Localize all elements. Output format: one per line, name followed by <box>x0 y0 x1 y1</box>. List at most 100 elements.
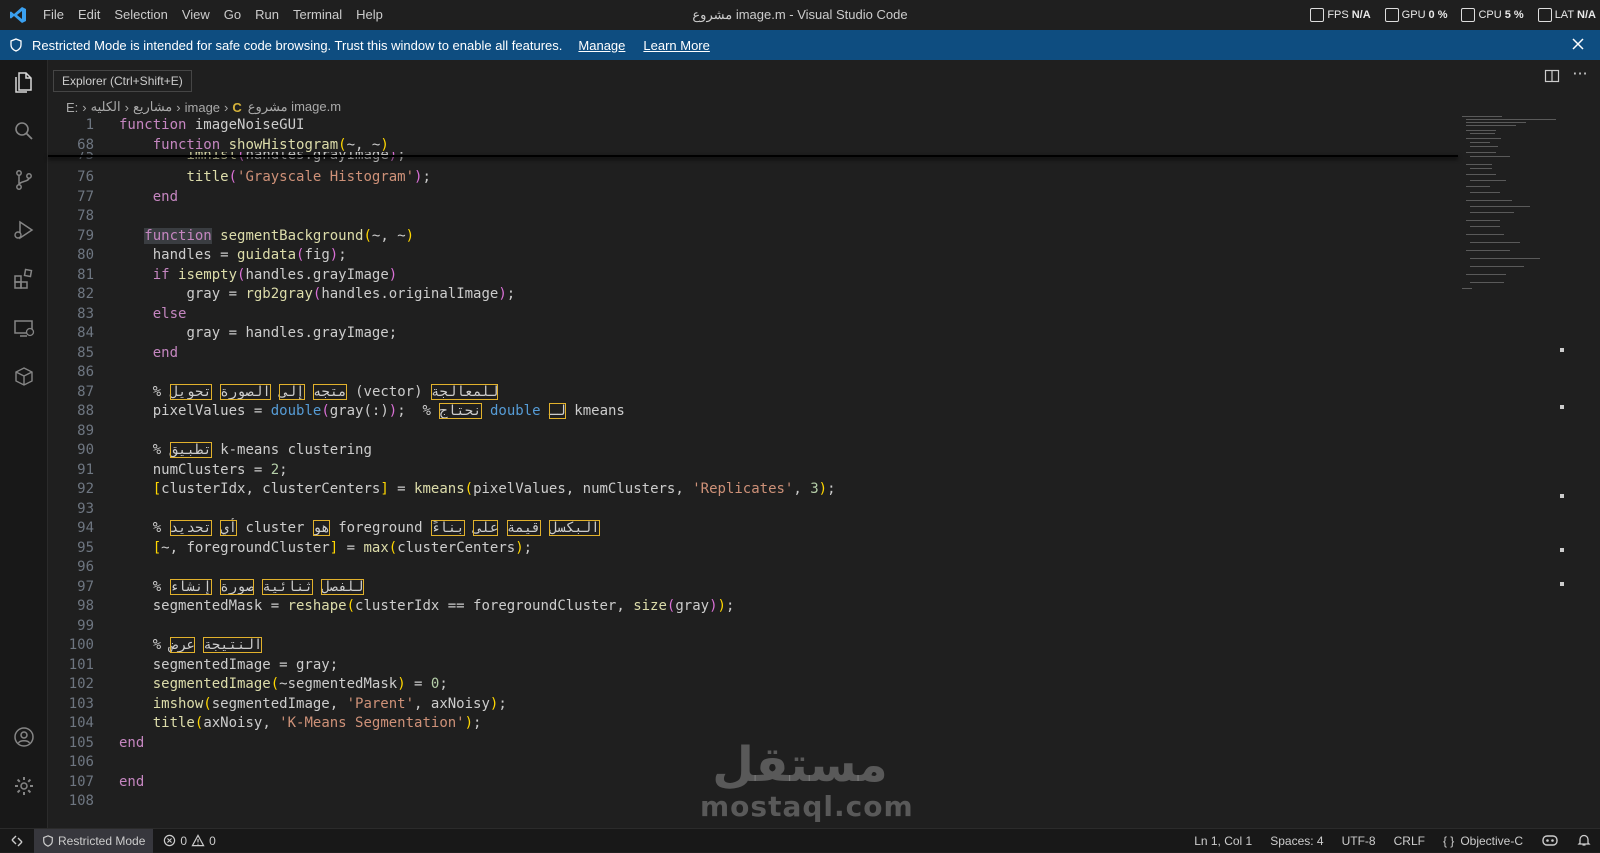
warning-count: 0 <box>209 833 216 848</box>
chevron-right-icon: › <box>124 99 129 115</box>
code-line[interactable]: 95 [~, foregroundCluster] = max(clusterC… <box>48 539 1458 559</box>
split-editor-icon[interactable] <box>1544 68 1560 84</box>
code-line[interactable]: 79 function segmentBackground(~, ~) <box>48 227 1458 247</box>
vscode-logo-icon <box>0 0 36 30</box>
language-mode[interactable]: Objective-C <box>1456 834 1532 848</box>
code-line[interactable]: 1 function imageNoiseGUI <box>48 116 1458 136</box>
line-endings[interactable]: CRLF <box>1385 834 1434 848</box>
menu-view[interactable]: View <box>175 0 217 30</box>
code-line[interactable]: 82 gray = rgb2gray(handles.originalImage… <box>48 285 1458 305</box>
copilot-icon[interactable] <box>1532 833 1568 850</box>
fps-label: FPS <box>1327 9 1349 21</box>
code-line[interactable]: 104 title(axNoisy, 'K-Means Segmentation… <box>48 714 1458 734</box>
breadcrumb-folder[interactable]: image <box>185 100 220 115</box>
source-control-icon[interactable] <box>12 168 36 192</box>
problems-indicator[interactable]: 0 0 <box>163 833 216 848</box>
code-line[interactable]: 92 [clusterIdx, clusterCenters] = kmeans… <box>48 480 1458 500</box>
cpu-label: CPU <box>1478 9 1502 21</box>
code-line[interactable]: 103 imshow(segmentedImage, 'Parent', axN… <box>48 695 1458 715</box>
explorer-tooltip: Explorer (Ctrl+Shift+E) <box>53 70 192 92</box>
code-line[interactable]: 93 <box>48 500 1458 520</box>
code-line[interactable]: 98 segmentedMask = reshape(clusterIdx ==… <box>48 597 1458 617</box>
extensions-icon[interactable] <box>12 267 36 291</box>
code-line[interactable]: 96 <box>48 558 1458 578</box>
activity-bar <box>0 60 48 828</box>
cursor-position[interactable]: Ln 1, Col 1 <box>1185 834 1261 848</box>
code-line[interactable]: 80 handles = guidata(fig); <box>48 246 1458 266</box>
menu-edit[interactable]: Edit <box>71 0 107 30</box>
watermark-latin: mostaql.com <box>700 790 914 823</box>
latency-icon <box>1537 8 1552 22</box>
code-line[interactable]: 99 <box>48 617 1458 637</box>
code-line[interactable]: 91 numClusters = 2; <box>48 461 1458 481</box>
chevron-right-icon: › <box>82 99 87 115</box>
shield-icon <box>0 38 32 52</box>
code-line[interactable]: 97 % للفصل ثنائية صورة إنشاء <box>48 578 1458 598</box>
code-line[interactable]: 86 <box>48 363 1458 383</box>
code-line[interactable]: 101 segmentedImage = gray; <box>48 656 1458 676</box>
sticky-scroll-divider <box>48 155 1458 157</box>
breadcrumb-drive[interactable]: E: <box>66 100 78 115</box>
account-icon[interactable] <box>12 725 36 749</box>
search-icon[interactable] <box>12 119 36 143</box>
menu-selection[interactable]: Selection <box>107 0 174 30</box>
gpu-readout: GPU 0 % <box>1384 8 1447 22</box>
settings-gear-icon[interactable] <box>12 774 36 798</box>
performance-overlay: FPS N/A GPU 0 % CPU 5 % LAT N/A <box>1300 0 1600 30</box>
learn-more-link[interactable]: Learn More <box>643 38 709 53</box>
language-braces-icon: { } <box>1442 834 1455 848</box>
code-line[interactable]: 75 imhist(handles.grayImage); <box>48 152 1458 165</box>
notifications-bell-icon[interactable] <box>1568 833 1600 850</box>
code-line[interactable]: 85 end <box>48 344 1458 364</box>
lat-value: N/A <box>1577 9 1596 21</box>
restricted-mode-banner: Restricted Mode is intended for safe cod… <box>0 30 1600 60</box>
fps-icon <box>1310 8 1325 22</box>
minimap[interactable] <box>1462 116 1562 296</box>
run-debug-icon[interactable] <box>12 218 36 242</box>
warning-icon <box>191 834 205 847</box>
restricted-mode-button[interactable]: Restricted Mode <box>34 828 154 853</box>
code-line[interactable]: 76 title('Grayscale Histogram'); <box>48 168 1458 188</box>
breadcrumb-file[interactable]: مشروع image.m <box>248 99 341 115</box>
code-line[interactable]: 90 % تطبيق k-means clustering <box>48 441 1458 461</box>
code-line[interactable]: 84 gray = handles.grayImage; <box>48 324 1458 344</box>
remote-indicator-icon[interactable] <box>0 829 34 853</box>
code-line[interactable]: 81 if isempty(handles.grayImage) <box>48 266 1458 286</box>
code-line[interactable]: 102 segmentedImage(~segmentedMask) = 0; <box>48 675 1458 695</box>
encoding[interactable]: UTF-8 <box>1333 834 1385 848</box>
lat-label: LAT <box>1554 9 1575 21</box>
explorer-icon[interactable] <box>12 70 36 94</box>
menu-run[interactable]: Run <box>248 0 286 30</box>
chevron-right-icon: › <box>224 99 229 115</box>
menu-terminal[interactable]: Terminal <box>286 0 349 30</box>
shield-icon <box>43 834 53 847</box>
file-type-icon: C <box>232 99 242 115</box>
latency-readout: LAT N/A <box>1537 8 1596 22</box>
code-line[interactable]: 88 pixelValues = double(gray(:)); % نحتا… <box>48 402 1458 422</box>
code-line[interactable]: 89 <box>48 422 1458 442</box>
mostaql-watermark: مستقل mostaql.com <box>700 738 914 823</box>
error-count: 0 <box>180 833 188 848</box>
code-line[interactable]: 78 <box>48 207 1458 227</box>
chevron-right-icon: › <box>176 99 181 115</box>
menu-file[interactable]: File <box>36 0 71 30</box>
more-actions-icon[interactable]: ··· <box>1572 66 1588 84</box>
breadcrumb-folder[interactable]: الكليه <box>91 99 121 115</box>
code-line[interactable]: 94 % أي تحديد cluster هو foreground البك… <box>48 519 1458 539</box>
gpu-label: GPU <box>1401 9 1426 21</box>
title-bar: File Edit Selection View Go Run Terminal… <box>0 0 1600 30</box>
manage-link[interactable]: Manage <box>578 38 625 53</box>
code-line[interactable]: 100 % النتيجة عرض <box>48 636 1458 656</box>
menu-go[interactable]: Go <box>217 0 248 30</box>
menu-help[interactable]: Help <box>349 0 390 30</box>
cpu-value: 5 % <box>1504 9 1524 21</box>
code-line[interactable]: 87 % متجه إلى الصورة تحويل (vector) للمع… <box>48 383 1458 403</box>
code-line[interactable]: 77 end <box>48 188 1458 208</box>
close-icon[interactable] <box>1570 36 1586 52</box>
code-line[interactable]: 83 else <box>48 305 1458 325</box>
cube-extension-icon[interactable] <box>12 365 36 389</box>
remote-explorer-icon[interactable] <box>12 316 36 340</box>
breadcrumb-folder[interactable]: مشاريع <box>133 99 172 115</box>
indentation[interactable]: Spaces: 4 <box>1261 834 1332 848</box>
cpu-readout: CPU 5 % <box>1461 8 1524 22</box>
